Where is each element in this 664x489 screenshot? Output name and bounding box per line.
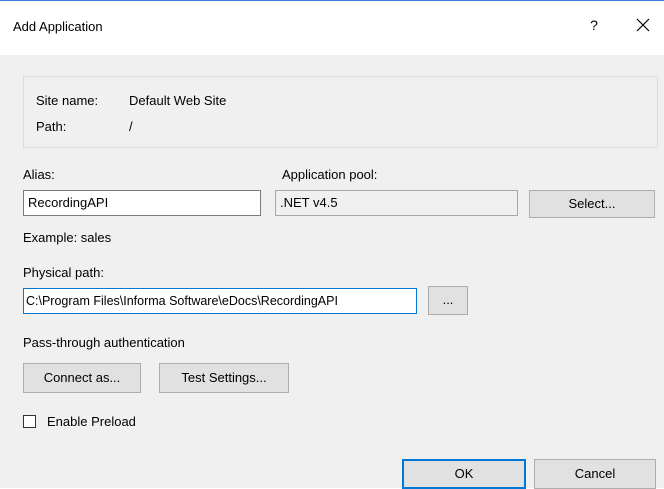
alias-example-text: Example: sales [23,230,112,245]
title-bar: Add Application ? [0,1,664,55]
alias-label: Alias: [23,167,55,182]
path-label: Path: [36,119,67,134]
physical-path-label: Physical path: [23,265,104,280]
physical-path-input[interactable]: C:\Program Files\Informa Software\eDocs\… [23,288,417,314]
connect-as-button[interactable]: Connect as... [23,363,141,393]
enable-preload-label: Enable Preload [47,414,136,429]
close-icon[interactable] [634,14,652,36]
site-info-box: Site name: Default Web Site Path: / [23,76,658,148]
application-pool-field: .NET v4.5 [275,190,518,216]
site-name-value: Default Web Site [129,93,227,108]
ok-button[interactable]: OK [402,459,526,489]
enable-preload-checkbox[interactable] [23,415,36,428]
add-application-dialog: Add Application ? Site name: Default Web… [0,0,664,489]
cancel-button[interactable]: Cancel [534,459,656,489]
application-pool-label: Application pool: [282,167,378,182]
site-name-label: Site name: [36,93,99,108]
select-pool-button[interactable]: Select... [529,190,655,218]
help-button[interactable]: ? [586,17,602,35]
test-settings-button[interactable]: Test Settings... [159,363,289,393]
browse-path-button[interactable]: ... [428,286,468,315]
path-value: / [129,119,133,134]
dialog-title: Add Application [13,19,103,34]
pass-through-auth-label: Pass-through authentication [23,335,185,350]
alias-input[interactable]: RecordingAPI [23,190,261,216]
